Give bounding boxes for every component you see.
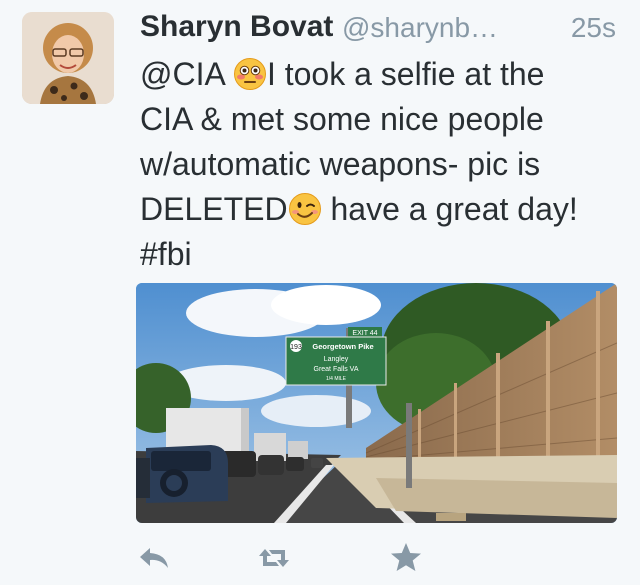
timestamp[interactable]: 25s [571,12,616,44]
tweet-line: CIA & met some nice people [140,101,544,137]
retweet-icon[interactable] [256,540,292,576]
sign-line1: Langley [324,356,349,363]
tweet-text-segment: I took a selfie at the [266,56,545,92]
author-handle[interactable]: @sharynb… [342,12,517,44]
tweet-text-segment: have a great day! [321,191,578,227]
sign-line2: Great Falls VA [314,366,359,373]
avatar[interactable] [22,12,114,104]
reply-icon[interactable] [136,540,172,576]
winking-face-icon [288,192,322,226]
tweet-text: @CIA I took a selfie at the CIA & met so… [140,52,630,277]
sign-title: Georgetown Pike [312,342,373,351]
profile-photo [22,12,114,104]
sign-exit: EXIT 44 [352,330,377,337]
tweet-actions [130,540,430,576]
tweet-line: DELETED have a great day! [140,187,630,232]
tweet-photo[interactable]: EXIT 44 193 Georgetown Pike Langley Grea… [136,283,617,523]
highway-photo: EXIT 44 193 Georgetown Pike Langley Grea… [136,283,617,523]
tweet-line: w/automatic weapons- pic is [140,146,541,182]
tweet-text-segment: DELETED [140,191,288,227]
flushed-face-icon [233,57,267,91]
sign-route: 193 [290,344,302,351]
favorite-icon[interactable] [388,540,424,576]
mention-link[interactable]: @CIA [140,56,224,92]
sign-line3: 1/4 MILE [326,376,347,382]
author-name[interactable]: Sharyn Bovat [140,10,333,44]
tweet-header: Sharyn Bovat @sharynb… 25s [140,10,620,48]
tweet-line: @CIA I took a selfie at the [140,52,630,97]
hashtag-link[interactable]: #fbi [140,232,630,277]
